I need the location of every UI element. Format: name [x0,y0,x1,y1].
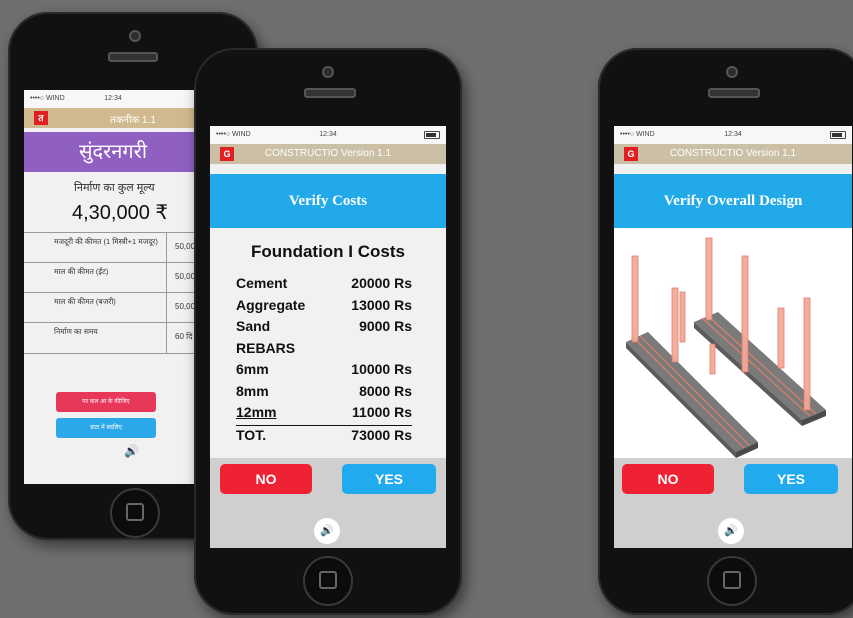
hindi-data-button[interactable]: डाटा में बदलिए [56,418,156,438]
row-label: निर्माण का समय [54,327,98,336]
total-value: 73000 Rs [351,426,412,443]
no-button[interactable]: NO [622,464,714,494]
yes-button[interactable]: YES [342,464,436,494]
home-button[interactable] [303,556,353,606]
front-camera [726,66,738,78]
cost-label: 8mm [236,382,269,399]
cost-value: 11000 Rs [352,404,412,420]
row-value: 50,00 [166,263,195,293]
cost-row: 8mm 8000 Rs [236,382,412,404]
carrier-label: ••••○ WIND [620,131,655,138]
cost-label: 12mm [236,404,277,420]
row-value: 50,00 [166,293,195,323]
rebar-column [631,255,639,343]
phone1-screen: ••••○ WIND 12:34 त तकनीक 1.1 सुंदरनगरी न… [24,90,202,484]
status-bar: ••••○ WIND 12:34 [614,126,852,144]
cost-label: Aggregate [236,296,306,313]
row-value: 50,00 [166,233,195,263]
rebar-column [671,287,679,363]
screen-title: Verify Overall Design [614,174,852,228]
screen-title: Verify Costs [210,174,446,228]
rebar-column [709,343,716,375]
front-camera [129,30,141,42]
cost-row: Cement 20000 Rs [236,274,412,296]
front-camera [322,66,334,78]
app-header: त तकनीक 1.1 [24,108,202,128]
battery-icon [424,131,440,139]
app-version: CONSTRUCTIO Version 1.1 [669,148,797,159]
rebar-line [701,317,811,417]
yes-button[interactable]: YES [744,464,838,494]
phone-verify-costs: ••••○ WIND 12:34 G CONSTRUCTIO Version 1… [194,48,462,615]
app-version: तकनीक 1.1 [110,115,156,126]
app-header: G CONSTRUCTIO Version 1.1 [614,144,852,164]
home-button[interactable] [110,488,160,538]
hindi-data-button-label: डाटा में बदलिए [90,425,122,431]
cost-table: Cement 20000 Rs Aggregate 13000 Rs Sand … [236,274,412,447]
carrier-label: ••••○ WIND [30,95,65,102]
table-row: मजदूरी की कीमत (1 मिस्त्री+1 मजदूर) 50,0… [24,232,202,263]
cost-row: 6mm 10000 Rs [236,360,412,382]
clock: 12:34 [724,131,742,138]
foundation-3d-view [614,228,852,458]
footing-slab-left-end [626,342,736,458]
cost-value: 20000 Rs [351,275,412,291]
speaker-icon[interactable]: 🔊 [314,518,340,544]
table-row: निर्माण का समय 60 दि [24,322,202,354]
total-cost-value: 4,30,000 ₹ [72,202,169,224]
rebar-column [803,297,811,411]
total-cost-label: निर्माण का कुल मूल्य [74,182,155,194]
phone3-screen: ••••○ WIND 12:34 G CONSTRUCTIO Version 1… [614,126,852,548]
cost-value: 13000 Rs [351,296,412,313]
row-label: माल की कीमत (ईंट) [54,267,109,276]
cost-value: 10000 Rs [351,361,412,377]
cost-row: Aggregate 13000 Rs [236,296,412,318]
status-bar: ••••○ WIND 12:34 [210,126,446,144]
total-label: TOT. [236,426,267,443]
battery-icon [830,131,846,139]
hindi-action-button[interactable]: पर कल आ के कीजिए [56,392,156,412]
rebar-column [679,291,686,343]
cost-row: Sand 9000 Rs [236,317,412,339]
cost-value: 9000 Rs [359,318,412,334]
earpiece-speaker [108,52,158,62]
clock: 12:34 [319,131,337,138]
cost-label: Cement [236,275,288,291]
speaker-icon[interactable]: 🔊 [718,518,744,544]
earpiece-speaker [708,88,760,98]
cost-label: REBARS [236,339,296,356]
rebar-column [777,307,785,369]
row-label: मजदूरी की कीमत (1 मिस्त्री+1 मजदूर) [54,237,158,246]
cost-value: 8000 Rs [359,382,412,399]
phone2-screen: ••••○ WIND 12:34 G CONSTRUCTIO Version 1… [210,126,446,548]
app-logo: त [34,111,48,125]
cost-row: 12mm 11000 Rs [236,403,412,426]
earpiece-speaker [304,88,356,98]
row-label: माल की कीमत (बजरी) [54,297,116,306]
home-button[interactable] [707,556,757,606]
hindi-action-button-label: पर कल आ के कीजिए [82,399,130,405]
rebar-line [707,315,817,415]
no-button[interactable]: NO [220,464,312,494]
row-value: 60 दि [166,323,192,353]
phone-verify-design: ••••○ WIND 12:34 G CONSTRUCTIO Version 1… [598,48,853,615]
table-row: माल की कीमत (बजरी) 50,00 [24,292,202,323]
cost-label: 6mm [236,361,269,377]
section-title: Foundation I Costs [251,242,405,261]
page-title: सुंदरनगरी [24,132,202,172]
app-version: CONSTRUCTIO Version 1.1 [264,148,392,159]
cost-label: Sand [236,318,271,334]
carrier-label: ••••○ WIND [216,131,251,138]
total-row: TOT. 73000 Rs [236,426,412,448]
table-row: माल की कीमत (ईंट) 50,00 [24,262,202,293]
status-bar: ••••○ WIND 12:34 [24,90,202,108]
cost-row: REBARS [236,339,412,361]
clock: 12:34 [104,95,122,102]
rebar-column [741,255,749,373]
rebar-column [705,237,713,321]
app-header: G CONSTRUCTIO Version 1.1 [210,144,446,164]
speaker-icon[interactable]: 🔊 [124,444,139,458]
